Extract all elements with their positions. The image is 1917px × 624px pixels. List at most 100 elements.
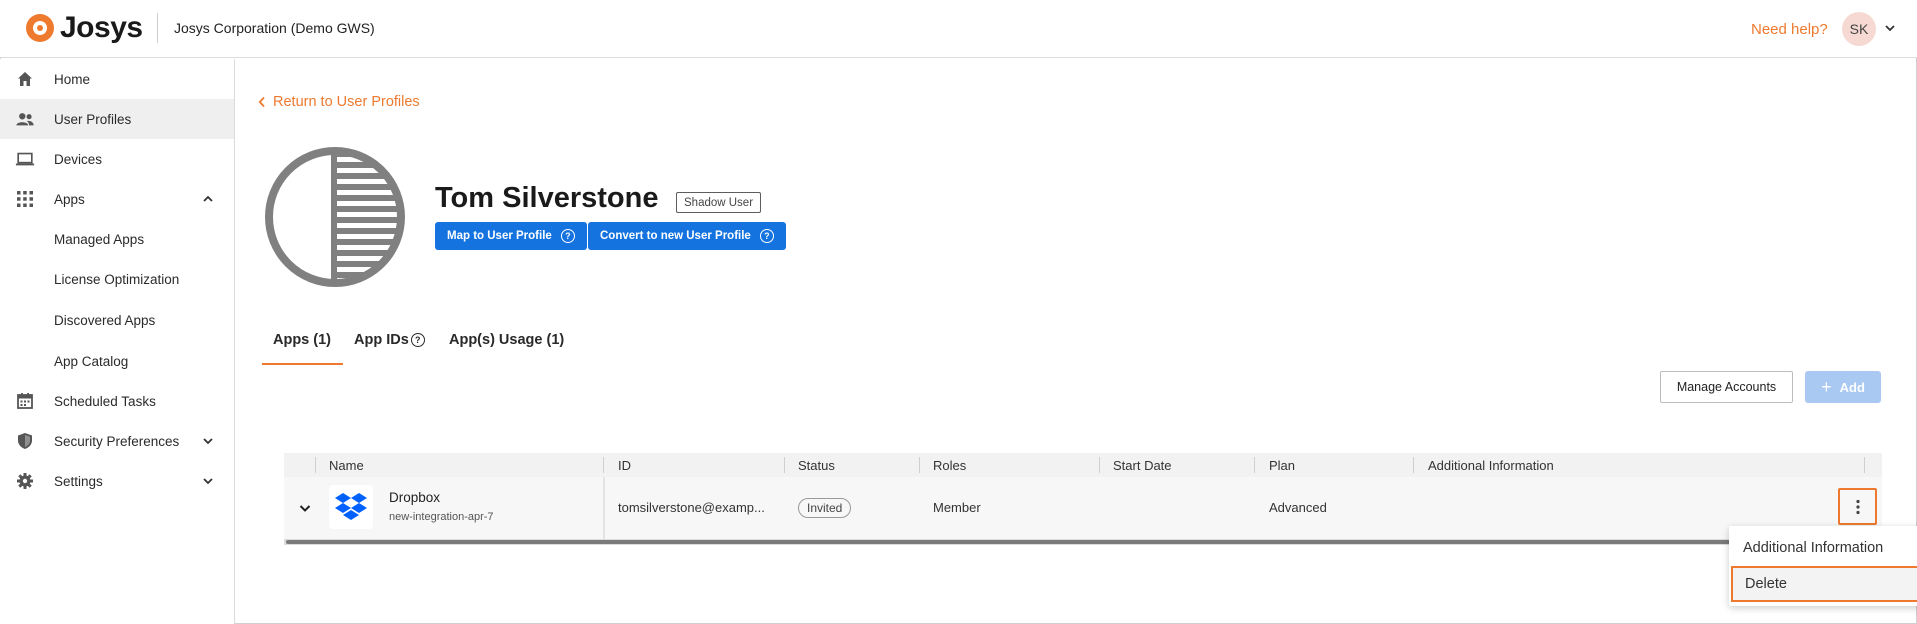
horizontal-scrollbar[interactable] (284, 539, 1882, 545)
brand-name: Josys (60, 11, 143, 44)
sidebar-item-label: Managed Apps (54, 231, 145, 247)
sidebar-item-devices[interactable]: Devices (0, 139, 234, 179)
menu-item-additional-information[interactable]: Additional Information (1729, 530, 1917, 566)
sidebar-item-label: License Optimization (54, 271, 180, 287)
account-id: tomsilverstone@examp... (618, 500, 765, 515)
row-actions-button[interactable] (1838, 488, 1877, 525)
brand-logo[interactable]: Josys (26, 11, 143, 44)
header-divider (157, 13, 158, 43)
column-header-start-date[interactable]: Start Date (1113, 458, 1172, 473)
sidebar-item-label: Scheduled Tasks (54, 393, 156, 409)
chevron-down-icon (203, 438, 213, 445)
calendar-icon (15, 391, 35, 411)
need-help-link[interactable]: Need help? (1751, 21, 1828, 38)
return-link[interactable]: Return to User Profiles (258, 94, 420, 110)
org-name: Josys Corporation (Demo GWS) (174, 20, 375, 36)
sidebar-item-managed-apps[interactable]: Managed Apps (0, 219, 234, 259)
column-header-name[interactable]: Name (329, 458, 364, 473)
status-badge: Invited (798, 498, 852, 518)
sidebar-item-settings[interactable]: Settings (0, 461, 234, 501)
add-button[interactable]: + Add (1805, 371, 1881, 403)
shadow-user-badge: Shadow User (676, 192, 762, 213)
sidebar-item-license-optimization[interactable]: License Optimization (0, 259, 234, 299)
account-role: Member (933, 500, 981, 515)
chevron-up-icon (203, 195, 213, 202)
sidebar-item-label: App Catalog (54, 353, 129, 369)
return-link-label: Return to User Profiles (273, 94, 420, 110)
column-header-status[interactable]: Status (798, 458, 835, 473)
tab-app-usage[interactable]: App(s) Usage (1) (449, 332, 564, 348)
laptop-icon (15, 149, 35, 169)
column-divider[interactable] (1254, 457, 1255, 473)
chevron-down-icon[interactable] (298, 501, 312, 515)
integration-name: new-integration-apr-7 (389, 511, 494, 523)
manage-accounts-button[interactable]: Manage Accounts (1660, 371, 1793, 403)
table-row[interactable]: Dropbox new-integration-apr-7 tomsilvers… (284, 477, 1882, 539)
sidebar-item-label: Home (54, 71, 91, 87)
sidebar-item-label: Security Preferences (54, 433, 180, 449)
tab-apps[interactable]: Apps (1) (273, 332, 331, 348)
row-actions-menu: Additional Information Delete (1729, 526, 1917, 606)
column-divider[interactable] (784, 457, 785, 473)
scrollbar-thumb[interactable] (286, 540, 1846, 544)
tab-app-ids-label: App IDs (354, 332, 409, 348)
column-header-additional-information[interactable]: Additional Information (1428, 458, 1554, 473)
users-icon (15, 109, 35, 129)
table-header: Name ID Status Roles Start Date Plan Add… (284, 453, 1882, 477)
sidebar-item-label: Settings (54, 473, 103, 489)
convert-user-profile-button[interactable]: Convert to new User Profile ? (588, 222, 786, 250)
map-to-user-profile-button[interactable]: Map to User Profile ? (435, 222, 587, 250)
help-circle-icon[interactable]: ? (560, 229, 575, 243)
app-name[interactable]: Dropbox (389, 490, 440, 505)
sidebar: Home User Profiles Devices Apps Managed … (0, 59, 235, 624)
sidebar-item-user-profiles[interactable]: User Profiles (0, 99, 234, 139)
gear-icon (15, 471, 35, 491)
sidebar-item-apps[interactable]: Apps (0, 179, 234, 219)
profile-tabs: Apps (1) App IDs ? App(s) Usage (1) (262, 320, 582, 365)
column-divider[interactable] (919, 457, 920, 473)
column-divider[interactable] (1864, 457, 1865, 473)
convert-button-label: Convert to new User Profile (600, 230, 751, 242)
josys-logo-icon (26, 14, 54, 42)
shield-icon (15, 431, 35, 451)
sidebar-item-discovered-apps[interactable]: Discovered Apps (0, 300, 234, 340)
column-divider (603, 477, 605, 539)
chevron-down-icon[interactable] (1884, 22, 1896, 34)
column-divider[interactable] (1099, 457, 1100, 473)
chevron-down-icon (203, 478, 213, 485)
sidebar-item-label: Discovered Apps (54, 312, 156, 328)
user-avatar-placeholder (265, 147, 405, 287)
help-circle-icon[interactable]: ? (759, 229, 774, 243)
plan: Advanced (1269, 500, 1327, 515)
column-divider[interactable] (1413, 457, 1414, 473)
dropbox-logo-icon (329, 485, 373, 529)
sidebar-item-label: Apps (54, 191, 85, 207)
menu-item-delete[interactable]: Delete (1731, 566, 1917, 602)
help-circle-icon[interactable]: ? (410, 333, 425, 347)
tab-app-usage-label: App(s) Usage (1) (449, 332, 565, 348)
column-header-roles[interactable]: Roles (933, 458, 966, 473)
column-divider[interactable] (603, 457, 604, 473)
grid-icon (15, 189, 35, 209)
more-vertical-icon (1855, 499, 1860, 514)
home-icon (15, 69, 35, 89)
chevron-left-icon (258, 96, 265, 108)
column-header-plan[interactable]: Plan (1269, 458, 1295, 473)
tab-app-ids[interactable]: App IDs ? (354, 332, 425, 348)
add-button-label: Add (1839, 379, 1865, 395)
top-bar: Josys Josys Corporation (Demo GWS) Need … (0, 0, 1917, 58)
column-divider (315, 457, 316, 473)
user-avatar[interactable]: SK (1842, 12, 1876, 46)
column-header-id[interactable]: ID (618, 458, 631, 473)
sidebar-item-scheduled-tasks[interactable]: Scheduled Tasks (0, 381, 234, 421)
tab-apps-label: Apps (1) (273, 332, 331, 348)
sidebar-item-app-catalog[interactable]: App Catalog (0, 341, 234, 381)
active-tab-indicator (262, 363, 343, 365)
sidebar-item-security-preferences[interactable]: Security Preferences (0, 421, 234, 461)
sidebar-item-label: User Profiles (54, 111, 132, 127)
sidebar-item-label: Devices (54, 151, 103, 167)
user-name: Tom Silverstone (435, 182, 659, 214)
map-button-label: Map to User Profile (447, 230, 552, 242)
plus-icon: + (1821, 376, 1832, 397)
sidebar-item-home[interactable]: Home (0, 59, 234, 99)
